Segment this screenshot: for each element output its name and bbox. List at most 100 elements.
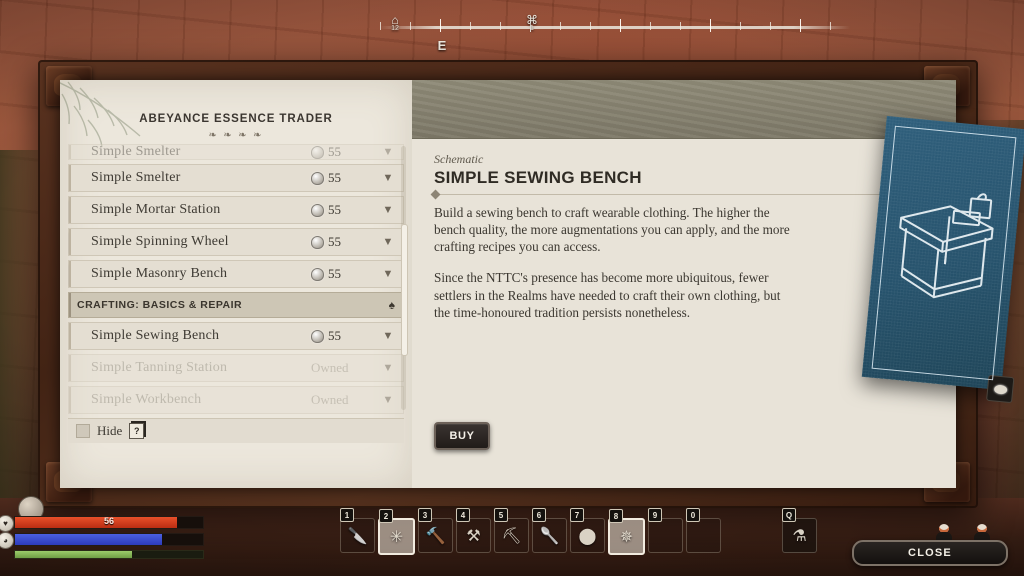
- compass-marker-poi: ⌘ 1: [526, 13, 538, 32]
- hotbar-slot-1[interactable]: 1 🔪: [340, 508, 375, 553]
- hotbar-slot-3[interactable]: 3 🔨: [418, 508, 453, 553]
- scrollbar-thumb[interactable]: [401, 224, 408, 356]
- detail-paragraph-1: Build a sewing bench to craft wearable c…: [434, 205, 790, 255]
- trader-panels: ABEYANCE ESSENCE TRADER ❧ ❧ ❧ ❧ Simple S…: [60, 80, 956, 488]
- item-name: Simple Mortar Station: [91, 202, 221, 217]
- hotbar-slot-5[interactable]: 5 ⛏: [494, 508, 529, 553]
- hotbar-key: 8: [609, 509, 623, 523]
- item-name: Simple Spinning Wheel: [91, 234, 229, 249]
- blueprint-thumbnail-badge: [986, 374, 1015, 404]
- hotbar-key: 3: [418, 508, 432, 522]
- chevron-down-icon[interactable]: ▼: [373, 394, 403, 406]
- chevron-down-icon[interactable]: ▼: [373, 204, 403, 216]
- blueprint-paper-texture: [861, 115, 1024, 391]
- hotbar-item-icon: 🔨: [425, 527, 446, 545]
- item-price: 55: [311, 170, 373, 186]
- hotbar-key: 9: [648, 508, 662, 522]
- hide-checkbox[interactable]: [76, 424, 90, 438]
- essence-coin-icon: [311, 329, 324, 343]
- hotbar-slot-0[interactable]: 0: [686, 508, 721, 553]
- item-price: 55: [311, 234, 373, 250]
- list-scrollbar[interactable]: [401, 146, 408, 410]
- list-item-simple-spinning-wheel[interactable]: ? Simple Spinning Wheel 55 ▼: [68, 228, 404, 256]
- health-value: 56: [103, 516, 114, 526]
- item-name: Simple Masonry Bench: [91, 266, 228, 281]
- list-item-simple-mortar-station[interactable]: ? Simple Mortar Station 55 ▼: [68, 196, 404, 224]
- category-label: CRAFTING: BASICS & REPAIR: [77, 299, 243, 311]
- essence-coin-icon: [311, 145, 324, 159]
- hotbar-slot-6[interactable]: 6 🥄: [532, 508, 567, 553]
- hotbar-slot-8[interactable]: 8 ✵: [608, 509, 645, 555]
- food-bar: [14, 550, 204, 559]
- essence-coin-icon: [311, 267, 324, 281]
- hide-owned-toggle[interactable]: Hide ?: [68, 418, 404, 443]
- item-price: 55: [311, 202, 373, 218]
- shop-item-list[interactable]: Simple Smelter 55 ▼ Simple Smelter 55 ▼ …: [68, 144, 404, 414]
- health-bar: ♥ 56: [0, 515, 204, 532]
- player-status-bars: ♥ 56 ◕: [0, 515, 204, 563]
- hotbar-item-icon: 🔪: [347, 527, 368, 545]
- list-item[interactable]: Simple Smelter 55 ▼: [68, 144, 404, 160]
- hotbar-item-icon: ⚗: [792, 527, 807, 545]
- list-item-simple-tanning-station[interactable]: Simple Tanning Station Owned ▼: [68, 354, 404, 382]
- collapse-icon[interactable]: ♠: [389, 298, 395, 313]
- hotbar-key: 6: [532, 508, 546, 522]
- detail-header-band: [412, 80, 956, 139]
- schematic-kicker: Schematic: [434, 152, 484, 166]
- list-item-simple-sewing-bench[interactable]: Simple Sewing Bench 55 ▼: [68, 322, 404, 350]
- hotbar-key: 2: [379, 509, 393, 523]
- hotbar-slot-9[interactable]: 9: [648, 508, 683, 553]
- hotbar-item-icon: 🥄: [539, 527, 560, 545]
- blueprint-card: [861, 115, 1024, 404]
- list-item-simple-masonry-bench[interactable]: ? Simple Masonry Bench 55 ▼: [68, 260, 404, 288]
- hide-keybind-hint: ?: [129, 423, 145, 439]
- category-header-crafting-basics[interactable]: CRAFTING: BASICS & REPAIR ♠: [68, 292, 404, 318]
- compass-marker-home: ⌂ 12: [391, 13, 399, 32]
- hotbar-slot-4[interactable]: 4 ⚒: [456, 508, 491, 553]
- item-price: 55: [311, 266, 373, 282]
- owned-label: Owned: [311, 360, 349, 375]
- home-icon: ⌂: [391, 13, 399, 27]
- compass-strip: E ⌂ 12 ⌘ 1: [380, 14, 850, 53]
- hotbar[interactable]: 1 🔪 2 ✳ 3 🔨 4 ⚒ 5 ⛏ 6 🥄 7 ⬤ 8 ✵ 9 0 Q ⚗: [340, 508, 817, 555]
- poi-icon: ⌘: [526, 13, 538, 27]
- hotbar-item-icon: ⬤: [578, 527, 597, 545]
- list-item-simple-smelter[interactable]: Simple Smelter 55 ▼: [68, 164, 404, 192]
- item-name: Simple Workbench: [91, 392, 202, 407]
- hotbar-slot-q[interactable]: Q ⚗: [782, 508, 817, 553]
- close-button[interactable]: CLOSE: [852, 540, 1008, 566]
- title-ornament: ❧ ❧ ❧ ❧: [208, 130, 264, 141]
- chevron-down-icon[interactable]: ▼: [373, 268, 403, 280]
- item-price: 55: [311, 328, 373, 344]
- hotbar-key: 4: [456, 508, 470, 522]
- buy-button[interactable]: BUY: [434, 422, 490, 450]
- chevron-down-icon[interactable]: ▼: [373, 330, 403, 342]
- item-name: Simple Smelter: [91, 170, 181, 185]
- detail-title: SIMPLE SEWING BENCH: [434, 168, 642, 187]
- chevron-down-icon[interactable]: ▼: [373, 146, 403, 158]
- item-name: Simple Tanning Station: [91, 360, 228, 375]
- hotbar-slot-7[interactable]: 7 ⬤: [570, 508, 605, 553]
- chevron-down-icon[interactable]: ▼: [373, 236, 403, 248]
- essence-coin-icon: [311, 235, 324, 249]
- chevron-down-icon[interactable]: ▼: [373, 172, 403, 184]
- chevron-down-icon[interactable]: ▼: [373, 362, 403, 374]
- list-item-simple-workbench[interactable]: Simple Workbench Owned ▼: [68, 386, 404, 414]
- page-title: ABEYANCE ESSENCE TRADER: [139, 113, 333, 125]
- hide-label: Hide: [97, 423, 123, 438]
- hotbar-slot-2[interactable]: 2 ✳: [378, 509, 415, 555]
- sewing-bench-blueprint-icon: [899, 193, 994, 299]
- essence-coin-icon: [311, 203, 324, 217]
- game-screen: E ⌂ 12 ⌘ 1 ABEYANCE ESSENCE TRADER ❧ ❧ ❧…: [0, 0, 1024, 576]
- stamina-bar: ◕: [0, 532, 204, 549]
- hotbar-item-icon: ⚒: [466, 527, 481, 545]
- close-button-wrapper: CLOSE: [852, 540, 1008, 566]
- detail-paragraph-2: Since the NTTC's presence has become mor…: [434, 270, 781, 320]
- hotbar-key: 7: [570, 508, 584, 522]
- detail-divider: [434, 194, 934, 195]
- compass-heading-east: E: [437, 38, 447, 53]
- hotbar-item-icon: ⛏: [501, 527, 522, 545]
- hotbar-key: 1: [340, 508, 354, 522]
- essence-coin-icon: [311, 171, 324, 185]
- hotbar-key: 0: [686, 508, 700, 522]
